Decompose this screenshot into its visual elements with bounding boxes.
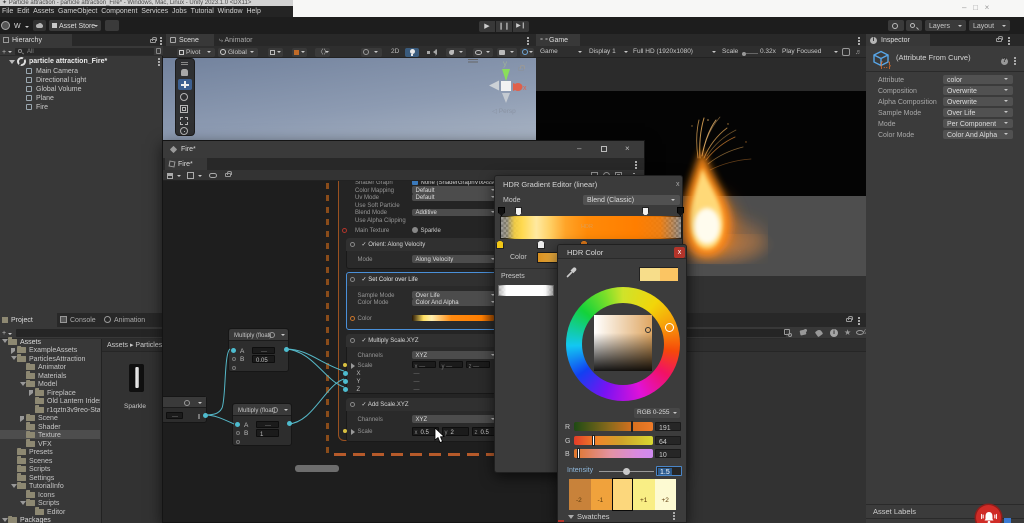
svg-text:x: x xyxy=(523,85,527,92)
svg-text:y: y xyxy=(503,59,507,68)
svg-text:{..}: {..} xyxy=(880,60,891,69)
